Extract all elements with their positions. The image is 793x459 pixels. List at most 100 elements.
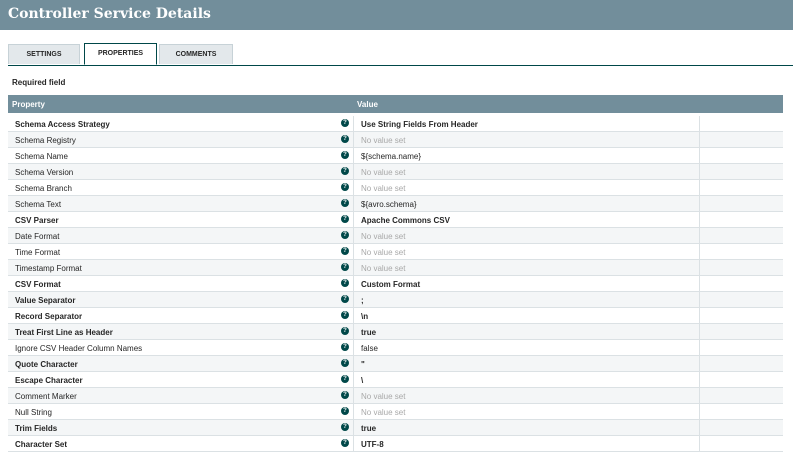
- property-name: Schema Access Strategy: [15, 120, 110, 129]
- help-icon[interactable]: ?: [341, 279, 349, 287]
- help-icon[interactable]: ?: [341, 151, 349, 159]
- property-value-cell[interactable]: Apache Commons CSV: [353, 212, 700, 227]
- property-value-cell[interactable]: true: [353, 324, 700, 339]
- help-icon[interactable]: ?: [341, 263, 349, 271]
- property-value: false: [361, 344, 378, 353]
- property-value-cell[interactable]: ${avro.schema}: [353, 196, 700, 211]
- property-value: No value set: [361, 232, 406, 241]
- help-icon[interactable]: ?: [341, 423, 349, 431]
- table-row[interactable]: Schema Text ? ${avro.schema}: [8, 196, 783, 212]
- table-row[interactable]: Schema Version ? No value set: [8, 164, 783, 180]
- property-value-cell[interactable]: ;: [353, 292, 700, 307]
- table-row[interactable]: Time Format ? No value set: [8, 244, 783, 260]
- property-name: Null String: [15, 408, 52, 417]
- property-value: ;: [361, 296, 364, 305]
- table-row[interactable]: Schema Access Strategy ? Use String Fiel…: [8, 116, 783, 132]
- help-icon[interactable]: ?: [341, 407, 349, 415]
- table-row[interactable]: Escape Character ? \: [8, 372, 783, 388]
- table-row[interactable]: CSV Parser ? Apache Commons CSV: [8, 212, 783, 228]
- property-value-cell[interactable]: Use String Fields From Header: [353, 116, 700, 131]
- help-icon[interactable]: ?: [341, 375, 349, 383]
- property-value-cell[interactable]: No value set: [353, 260, 700, 275]
- column-header-property[interactable]: Property: [12, 100, 45, 109]
- help-icon[interactable]: ?: [341, 231, 349, 239]
- table-row[interactable]: Record Separator ? \n: [8, 308, 783, 324]
- table-row[interactable]: Null String ? No value set: [8, 404, 783, 420]
- property-value-cell[interactable]: No value set: [353, 228, 700, 243]
- help-icon[interactable]: ?: [341, 199, 349, 207]
- table-row[interactable]: Date Format ? No value set: [8, 228, 783, 244]
- help-icon[interactable]: ?: [341, 343, 349, 351]
- table-row[interactable]: Comment Marker ? No value set: [8, 388, 783, 404]
- help-icon[interactable]: ?: [341, 295, 349, 303]
- property-value: UTF-8: [361, 440, 384, 449]
- table-row[interactable]: Schema Branch ? No value set: [8, 180, 783, 196]
- property-value: No value set: [361, 264, 406, 273]
- property-value-cell[interactable]: false: [353, 340, 700, 355]
- table-row[interactable]: Ignore CSV Header Column Names ? false: [8, 340, 783, 356]
- table-row[interactable]: CSV Format ? Custom Format: [8, 276, 783, 292]
- property-value-cell[interactable]: \n: [353, 308, 700, 323]
- property-value: Custom Format: [361, 280, 421, 289]
- tab-properties[interactable]: PROPERTIES: [84, 43, 157, 65]
- property-value-cell[interactable]: No value set: [353, 132, 700, 147]
- required-field-note: Required field: [12, 78, 66, 87]
- table-row[interactable]: Timestamp Format ? No value set: [8, 260, 783, 276]
- table-row[interactable]: Character Set ? UTF-8: [8, 436, 783, 452]
- property-value-cell[interactable]: No value set: [353, 164, 700, 179]
- properties-table: Property Value Schema Access Strategy ? …: [8, 95, 783, 452]
- property-value-cell[interactable]: No value set: [353, 404, 700, 419]
- help-icon[interactable]: ?: [341, 327, 349, 335]
- property-name: Schema Registry: [15, 136, 76, 145]
- property-value-cell[interactable]: UTF-8: [353, 436, 700, 451]
- table-row[interactable]: Value Separator ? ;: [8, 292, 783, 308]
- property-value-cell[interactable]: ": [353, 356, 700, 371]
- property-value: \: [361, 376, 364, 385]
- property-value: ${schema.name}: [361, 152, 422, 161]
- property-name: Schema Text: [15, 200, 62, 209]
- help-icon[interactable]: ?: [341, 215, 349, 223]
- property-value: No value set: [361, 168, 406, 177]
- property-value: true: [361, 424, 377, 433]
- column-header-value[interactable]: Value: [357, 100, 378, 109]
- help-icon[interactable]: ?: [341, 135, 349, 143]
- help-icon[interactable]: ?: [341, 391, 349, 399]
- property-name: Schema Branch: [15, 184, 72, 193]
- property-value-cell[interactable]: \: [353, 372, 700, 387]
- table-row[interactable]: Schema Name ? ${schema.name}: [8, 148, 783, 164]
- property-name: Schema Version: [15, 168, 74, 177]
- property-name: Value Separator: [15, 296, 76, 305]
- property-value-cell[interactable]: No value set: [353, 244, 700, 259]
- table-row[interactable]: Treat First Line as Header ? true: [8, 324, 783, 340]
- property-value-cell[interactable]: No value set: [353, 388, 700, 403]
- help-icon[interactable]: ?: [341, 247, 349, 255]
- help-icon[interactable]: ?: [341, 359, 349, 367]
- dialog-title: Controller Service Details: [0, 0, 793, 30]
- table-body: Schema Access Strategy ? Use String Fiel…: [8, 116, 783, 452]
- property-name: Quote Character: [15, 360, 78, 369]
- property-value: \n: [361, 312, 369, 321]
- table-row[interactable]: Trim Fields ? true: [8, 420, 783, 436]
- table-row[interactable]: Quote Character ? ": [8, 356, 783, 372]
- property-value: No value set: [361, 408, 406, 417]
- property-value: No value set: [361, 136, 406, 145]
- property-name: Timestamp Format: [15, 264, 82, 273]
- help-icon[interactable]: ?: [341, 119, 349, 127]
- tab-settings[interactable]: SETTINGS: [8, 44, 80, 64]
- help-icon[interactable]: ?: [341, 167, 349, 175]
- property-value-cell[interactable]: ${schema.name}: [353, 148, 700, 163]
- tab-comments[interactable]: COMMENTS: [159, 44, 233, 64]
- table-header: Property Value: [8, 95, 783, 113]
- help-icon[interactable]: ?: [341, 183, 349, 191]
- property-name: Comment Marker: [15, 392, 77, 401]
- property-value-cell[interactable]: Custom Format: [353, 276, 700, 291]
- help-icon[interactable]: ?: [341, 439, 349, 447]
- help-icon[interactable]: ?: [341, 311, 349, 319]
- tab-bar: SETTINGS PROPERTIES COMMENTS: [8, 43, 793, 66]
- property-name: Treat First Line as Header: [15, 328, 113, 337]
- table-row[interactable]: Schema Registry ? No value set: [8, 132, 783, 148]
- property-value-cell[interactable]: No value set: [353, 180, 700, 195]
- property-value-cell[interactable]: true: [353, 420, 700, 435]
- property-name: Record Separator: [15, 312, 83, 321]
- property-name: CSV Parser: [15, 216, 59, 225]
